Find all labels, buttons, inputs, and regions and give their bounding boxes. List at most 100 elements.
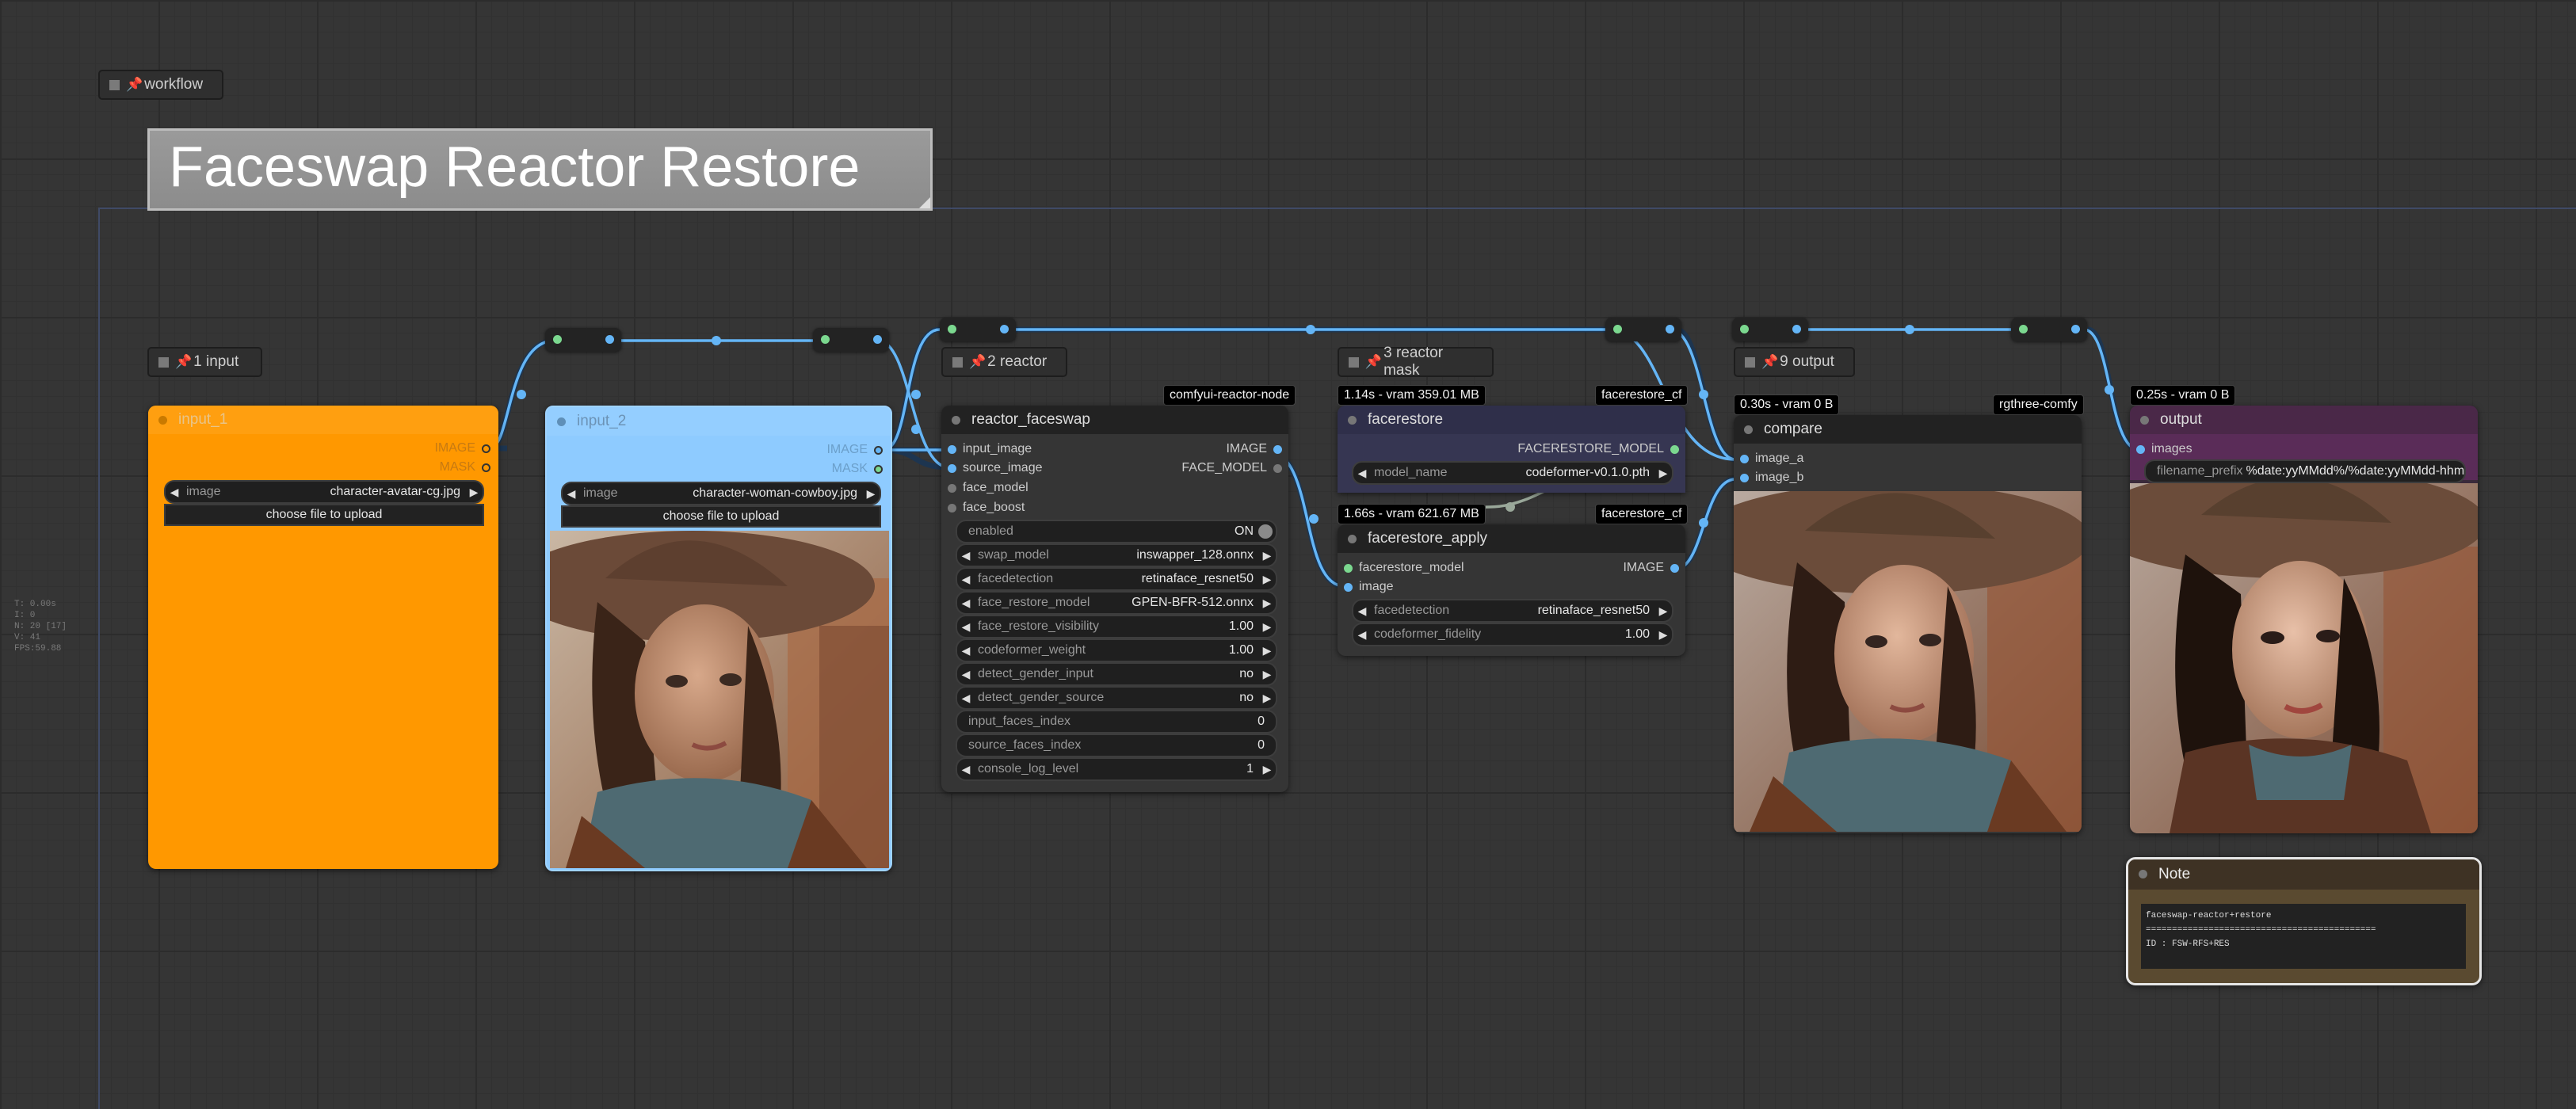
arrow-left-icon[interactable]: ◀ [1353, 467, 1371, 480]
collapse-dot-icon[interactable] [158, 416, 167, 425]
arrow-left-icon[interactable]: ◀ [563, 487, 580, 501]
arrow-right-icon[interactable]: ▶ [1258, 692, 1276, 705]
text-input-faces-index[interactable]: input_faces_index 0 [956, 710, 1277, 734]
output-slot-mask[interactable]: MASK [440, 460, 490, 474]
combo-swap-model[interactable]: ◀ swap_model inswapper_128.onnx ▶ [956, 543, 1277, 567]
collapse-dot-icon[interactable] [2140, 416, 2149, 425]
combo-facedetection[interactable]: ◀ facedetection retinaface_resnet50 ▶ [956, 567, 1277, 591]
node-input-1[interactable]: input_1 IMAGE MASK ◀ image character-ava… [148, 406, 498, 869]
collapse-dot-icon[interactable] [2139, 870, 2147, 878]
arrow-right-icon[interactable]: ▶ [1258, 668, 1276, 681]
group-toggle-icon[interactable] [158, 356, 169, 368]
node-header[interactable]: facerestore [1338, 406, 1685, 434]
compare-preview-image[interactable] [1734, 491, 2082, 832]
node-header[interactable]: output [2130, 406, 2478, 434]
output-slot-image[interactable]: IMAGE [1226, 442, 1282, 456]
group-tag-reactor[interactable]: 📌 2 reactor [941, 347, 1067, 377]
arrow-left-icon[interactable]: ◀ [957, 573, 975, 586]
group-toggle-icon[interactable] [1745, 356, 1755, 368]
arrow-left-icon[interactable]: ◀ [166, 486, 183, 499]
node-reactor-faceswap[interactable]: reactor_faceswap input_image source_imag… [941, 406, 1288, 792]
arrow-right-icon[interactable]: ▶ [1654, 467, 1672, 480]
arrow-left-icon[interactable]: ◀ [957, 668, 975, 681]
node-output[interactable]: output images filename_prefix %date:yyMM… [2130, 406, 2478, 833]
group-tag-output[interactable]: 📌 9 output [1734, 347, 1855, 377]
input-slot-face-boost[interactable]: face_boost [948, 501, 1025, 515]
group-toggle-icon[interactable] [109, 79, 120, 90]
arrow-right-icon[interactable]: ▶ [1258, 620, 1276, 634]
combo-facedetection[interactable]: ◀ facedetection retinaface_resnet50 ▶ [1352, 599, 1673, 623]
output-preview-image[interactable] [2130, 483, 2478, 833]
input-slot-input-image[interactable]: input_image [948, 442, 1032, 456]
arrow-right-icon[interactable]: ▶ [1258, 763, 1276, 776]
reroute-node-1[interactable] [545, 328, 621, 352]
arrow-left-icon[interactable]: ◀ [957, 549, 975, 562]
input-slot-source-image[interactable]: source_image [948, 461, 1043, 475]
arrow-right-icon[interactable]: ▶ [1654, 604, 1672, 618]
number-face-restore-visibility[interactable]: ◀ face_restore_visibility 1.00 ▶ [956, 615, 1277, 638]
output-slot-image[interactable]: IMAGE [1623, 561, 1679, 575]
node-facerestore-apply[interactable]: facerestore_apply facerestore_model imag… [1338, 524, 1685, 656]
node-facerestore[interactable]: facerestore FACERESTORE_MODEL ◀ model_na… [1338, 406, 1685, 493]
reroute-node-6[interactable] [2011, 318, 2087, 341]
group-tag-workflow[interactable]: 📌 workflow [98, 70, 223, 100]
arrow-right-icon[interactable]: ▶ [1258, 596, 1276, 610]
text-source-faces-index[interactable]: source_faces_index 0 [956, 734, 1277, 757]
resize-handle[interactable] [919, 197, 930, 208]
node-compare[interactable]: compare image_a image_b [1734, 415, 2082, 833]
node-header[interactable]: input_1 [148, 406, 498, 434]
arrow-left-icon[interactable]: ◀ [1353, 604, 1371, 618]
collapse-dot-icon[interactable] [952, 416, 960, 425]
group-tag-input[interactable]: 📌 1 input [147, 347, 262, 377]
arrow-left-icon[interactable]: ◀ [957, 763, 975, 776]
arrow-left-icon[interactable]: ◀ [957, 644, 975, 657]
collapse-dot-icon[interactable] [1744, 425, 1753, 434]
input-slot-image-a[interactable]: image_a [1740, 452, 1803, 466]
combo-detect-gender-source[interactable]: ◀ detect_gender_source no ▶ [956, 686, 1277, 710]
output-slot-image[interactable]: IMAGE [434, 441, 490, 455]
arrow-right-icon[interactable]: ▶ [1258, 644, 1276, 657]
output-slot-image[interactable]: IMAGE [826, 443, 883, 457]
combo-face-restore-model[interactable]: ◀ face_restore_model GPEN-BFR-512.onnx ▶ [956, 591, 1277, 615]
upload-button[interactable]: choose file to upload [164, 504, 484, 526]
output-slot-facerestore-model[interactable]: FACERESTORE_MODEL [1517, 442, 1679, 456]
image-combo-widget[interactable]: ◀ image character-avatar-cg.jpg ▶ [164, 480, 484, 504]
node-header[interactable]: compare [1734, 415, 2082, 444]
arrow-left-icon[interactable]: ◀ [957, 692, 975, 705]
reroute-node-2[interactable] [813, 328, 889, 352]
collapse-dot-icon[interactable] [557, 417, 566, 426]
node-header[interactable]: reactor_faceswap [941, 406, 1288, 434]
output-slot-face-model[interactable]: FACE_MODEL [1181, 461, 1282, 475]
input-slot-facerestore-model[interactable]: facerestore_model [1344, 561, 1464, 575]
number-codeformer-weight[interactable]: ◀ codeformer_weight 1.00 ▶ [956, 638, 1277, 662]
arrow-right-icon[interactable]: ▶ [465, 486, 483, 499]
node-header[interactable]: input_2 [547, 407, 891, 436]
input-slot-images[interactable]: images [2136, 442, 2192, 456]
combo-model-name[interactable]: ◀ model_name codeformer-v0.1.0.pth ▶ [1352, 461, 1673, 485]
text-filename-prefix[interactable]: filename_prefix %date:yyMMdd%/%date:yyMM… [2144, 459, 2466, 483]
arrow-right-icon[interactable]: ▶ [862, 487, 880, 501]
output-slot-mask[interactable]: MASK [832, 462, 883, 476]
group-tag-reactor-mask[interactable]: 📌 3 reactor mask [1338, 345, 1494, 379]
number-console-log-level[interactable]: ◀ console_log_level 1 ▶ [956, 757, 1277, 781]
arrow-left-icon[interactable]: ◀ [957, 596, 975, 610]
input-slot-image-b[interactable]: image_b [1740, 471, 1803, 485]
arrow-right-icon[interactable]: ▶ [1654, 628, 1672, 642]
collapse-dot-icon[interactable] [1348, 416, 1357, 425]
arrow-left-icon[interactable]: ◀ [1353, 628, 1371, 642]
node-note[interactable]: Note faceswap-reactor+restore ==========… [2126, 857, 2482, 985]
group-toggle-icon[interactable] [952, 356, 963, 368]
note-textarea[interactable]: faceswap-reactor+restore ===============… [2141, 904, 2466, 969]
input-slot-face-model[interactable]: face_model [948, 481, 1028, 495]
node-header[interactable]: Note [2128, 859, 2479, 890]
reroute-node-4[interactable] [1605, 318, 1681, 341]
node-input-2[interactable]: input_2 IMAGE MASK ◀ image character-wom… [545, 406, 892, 871]
combo-detect-gender-input[interactable]: ◀ detect_gender_input no ▶ [956, 662, 1277, 686]
reroute-node-5[interactable] [1732, 318, 1808, 341]
arrow-right-icon[interactable]: ▶ [1258, 549, 1276, 562]
number-codeformer-fidelity[interactable]: ◀ codeformer_fidelity 1.00 ▶ [1352, 623, 1673, 646]
title-node[interactable]: Faceswap Reactor Restore [147, 128, 933, 211]
node-header[interactable]: facerestore_apply [1338, 524, 1685, 553]
arrow-left-icon[interactable]: ◀ [957, 620, 975, 634]
reroute-node-3[interactable] [940, 318, 1016, 341]
